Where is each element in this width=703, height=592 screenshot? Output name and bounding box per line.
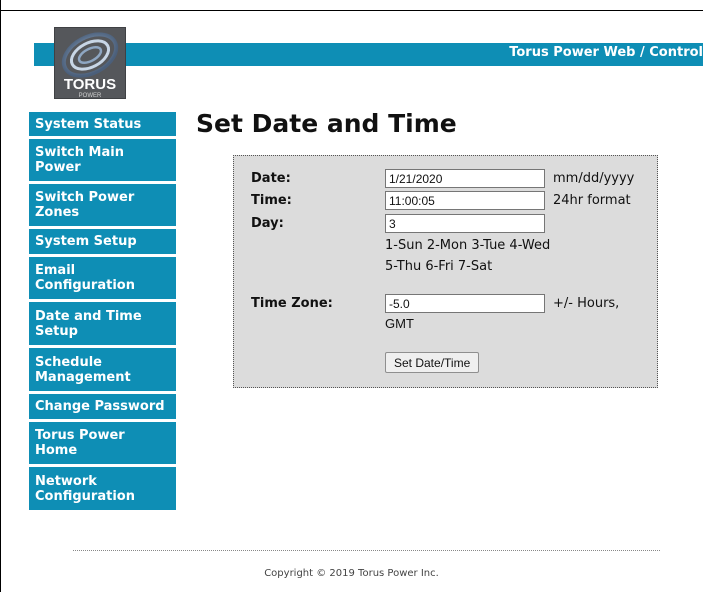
sidebar-item-change-password[interactable]: Change Password [29, 394, 176, 419]
footer-divider [73, 550, 660, 551]
logo-subtext: POWER [79, 93, 102, 99]
day-input[interactable] [385, 214, 545, 233]
sidebar-item-label: System Setup [35, 234, 137, 249]
sidebar-item-label: System Status [35, 116, 142, 132]
header-title: Torus Power Web / Control [509, 45, 703, 60]
time-zone-gmt-hint: GMT [385, 316, 414, 331]
sidebar-item-label: Email Configuration [35, 263, 135, 293]
sidebar-item-switch-power-zones[interactable]: Switch Power Zones [29, 184, 176, 226]
sidebar-item-label: Change Password [35, 399, 165, 414]
set-date-time-button[interactable]: Set Date/Time [385, 352, 480, 373]
sidebar-item-email-configuration[interactable]: Email Configuration [29, 257, 176, 299]
sidebar-item-label: Schedule Management [35, 354, 131, 385]
page-title: Set Date and Time [196, 109, 457, 138]
sidebar-item-switch-main-power[interactable]: Switch Main Power [29, 139, 176, 181]
sidebar-item-schedule-management[interactable]: Schedule Management [29, 348, 176, 391]
day-legend-line1: 1-Sun 2-Mon 3-Tue 4-Wed [385, 238, 551, 253]
time-zone-label: Time Zone: [251, 296, 333, 311]
day-legend-line2: 5-Thu 6-Fri 7-Sat [385, 259, 493, 274]
sidebar-item-label: Torus Power Home [35, 428, 125, 458]
date-format-hint: mm/dd/yyyy [553, 171, 635, 186]
sidebar-item-label: Switch Main Power [35, 145, 124, 175]
sidebar-item-torus-power-home[interactable]: Torus Power Home [29, 422, 176, 464]
torus-logo[interactable]: TORUS POWER [54, 27, 126, 99]
sidebar-item-label: Switch Power Zones [35, 190, 135, 220]
copyright-text: Copyright © 2019 Torus Power Inc. [264, 568, 439, 579]
sidebar-item-system-setup[interactable]: System Setup [29, 229, 176, 254]
frame-border-top [0, 10, 703, 11]
time-zone-hint: +/- Hours, [553, 296, 620, 311]
sidebar-item-label: Date and Time Setup [35, 308, 142, 339]
time-input[interactable] [385, 191, 545, 210]
date-time-form: Date: mm/dd/yyyy Time: 24hr format Day: … [233, 155, 658, 388]
logo-wordmark: TORUS [64, 76, 116, 93]
sidebar-item-date-time-setup[interactable]: Date and Time Setup [29, 302, 176, 345]
sidebar-nav: System Status Switch Main Power Switch P… [29, 112, 176, 513]
date-input[interactable] [385, 169, 545, 188]
sidebar-item-label: Network Configuration [35, 473, 135, 504]
header-bar: Torus Power Web / Control [34, 43, 703, 66]
time-format-hint: 24hr format [553, 193, 631, 208]
time-zone-input[interactable] [385, 294, 545, 313]
frame-border-left [0, 0, 1, 592]
time-label: Time: [251, 193, 292, 208]
torus-ring-icon: TORUS POWER [61, 32, 119, 99]
day-label: Day: [251, 216, 284, 231]
sidebar-item-system-status[interactable]: System Status [29, 112, 176, 136]
date-label: Date: [251, 171, 291, 186]
sidebar-item-network-configuration[interactable]: Network Configuration [29, 467, 176, 510]
